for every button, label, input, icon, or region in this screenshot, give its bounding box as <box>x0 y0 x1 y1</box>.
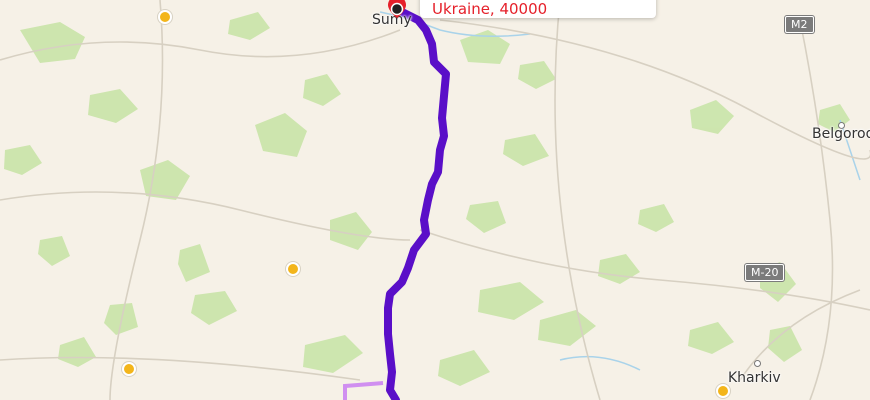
map-base-layer <box>0 0 870 400</box>
city-label-belgorod: Belgorod <box>812 126 870 142</box>
rivers <box>379 11 861 371</box>
poi-marker-icon[interactable] <box>286 262 300 276</box>
location-popup[interactable]: Ukraine, 40000 <box>420 0 656 18</box>
map-pin-icon[interactable] <box>387 0 407 20</box>
popup-address-text: Ukraine, 40000 <box>432 0 548 18</box>
poi-marker-icon[interactable] <box>158 10 172 24</box>
city-dot-icon <box>754 360 761 367</box>
city-label-kharkiv: Kharkiv <box>728 370 781 386</box>
poi-marker-icon[interactable] <box>716 384 730 398</box>
alternative-route[interactable] <box>343 381 384 400</box>
road-shield: M2 <box>785 16 814 33</box>
main-route[interactable] <box>384 8 450 400</box>
poi-marker-icon[interactable] <box>122 362 136 376</box>
road-shield: M-20 <box>745 264 785 281</box>
map-canvas[interactable]: Sumy Belgorod Kharkiv M2 M-20 Ukraine, 4… <box>0 0 870 400</box>
